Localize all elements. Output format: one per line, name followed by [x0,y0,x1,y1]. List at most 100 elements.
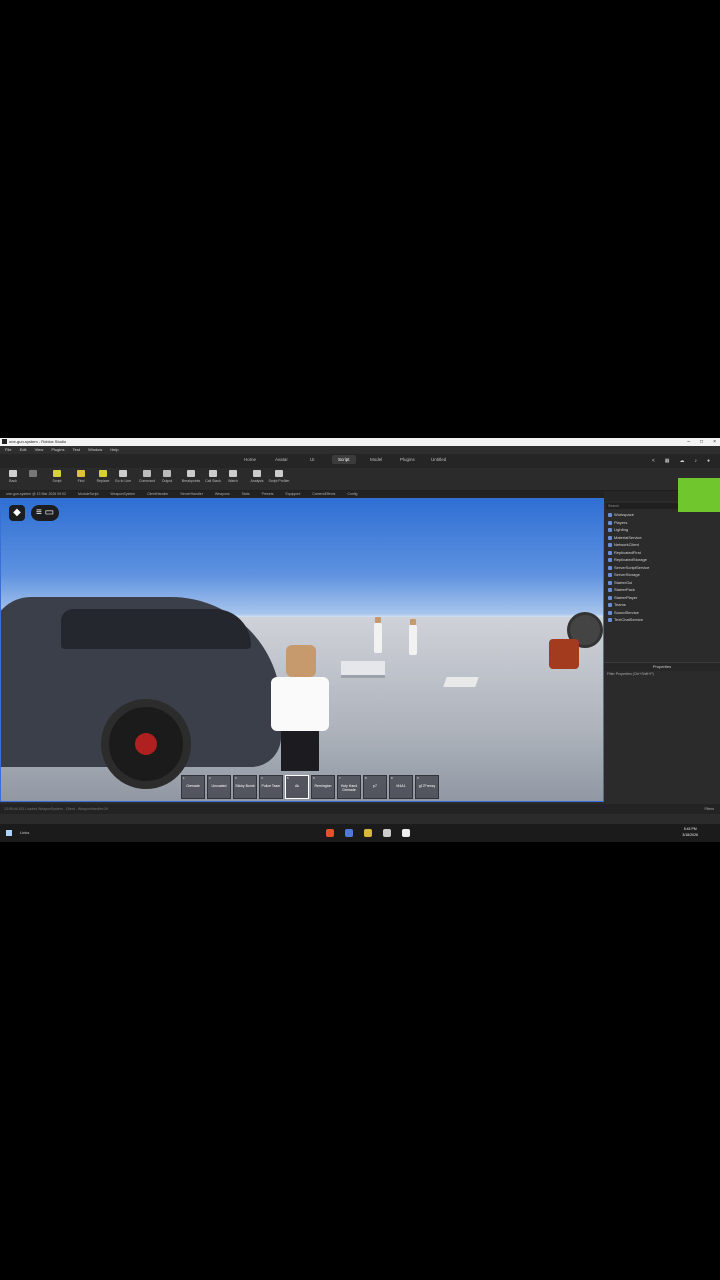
explorer-item[interactable]: NetworkClient [604,541,720,549]
document-tab[interactable]: Weapons [215,492,230,496]
taskbar-app-icon[interactable] [364,829,372,837]
tab-script[interactable]: Script [332,455,356,464]
hotbar-slot[interactable]: 3 Sticky Bomb [233,775,257,799]
explorer-item[interactable]: ReplicatedStorage [604,556,720,564]
document-tab[interactable]: Config [347,492,357,496]
share-icon[interactable]: < [652,458,655,464]
taskbar-clock[interactable]: 5:43 PM 3/18/2026 [682,826,698,838]
tab-model[interactable]: Model [370,457,382,462]
ribbon-button-label: Find [77,479,85,483]
ribbon-button-label: Analysis [250,479,264,483]
menu-edit[interactable]: Edit [20,447,27,452]
tab-avatar[interactable]: Avatar [275,457,288,462]
menu-window[interactable]: Window [88,447,102,452]
clock-date: 3/18/2026 [682,833,698,837]
hotbar-slot[interactable]: 4 Police Taser [259,775,283,799]
output-line: 13:55:44.431 Loaded WeaponSystem - Clien… [4,807,108,811]
taskbar-app-icon[interactable] [345,829,353,837]
explorer-item[interactable]: Lighting [604,526,720,534]
hotbar-slot[interactable]: 9 M4A1 [389,775,413,799]
explorer-item[interactable]: Teams [604,601,720,609]
ribbon-button[interactable]: Replace [92,470,114,483]
document-tab[interactable]: ModuleScript [78,492,98,496]
tab-untitled[interactable]: Untitled [431,457,446,462]
ribbon-button[interactable]: Back [2,470,24,483]
ribbon-tool-icon [29,470,37,477]
properties-title: Properties [604,663,720,671]
ribbon-button[interactable] [22,470,44,479]
tab-plugins[interactable]: Plugins [400,457,415,462]
document-tab[interactable]: ServerHandler [180,492,203,496]
slot-label: Grenade [186,784,200,788]
roblox-logo-icon[interactable]: ◆ [9,505,25,521]
ribbon-button[interactable]: Go to Line [112,470,134,483]
slot-label: Ak [294,784,300,788]
menu-chat-toggle[interactable]: ≡ ▭ [31,505,59,521]
slot-number: 4 [261,776,263,780]
ribbon-tool-icon [187,470,195,477]
hotbar-slot[interactable]: 2 Uncoated [207,775,231,799]
explorer-item[interactable]: StarterPack [604,586,720,594]
properties-panel: Properties Filter Properties (Ctrl+Shift… [604,662,720,803]
explorer-item[interactable]: MaterialService [604,534,720,542]
menu-plugins[interactable]: Plugins [51,447,64,452]
hotbar-slot[interactable]: 0 g17Frenzy [415,775,439,799]
ribbon-button[interactable]: Watch [222,470,244,483]
document-tab[interactable]: Equipped [285,492,300,496]
document-tab[interactable]: CameraEffects [312,492,335,496]
explorer-item[interactable]: StarterGui [604,579,720,587]
ribbon-button-label: Watch [228,479,238,483]
ribbon-button[interactable]: Script [46,470,68,483]
document-tab[interactable]: WeaponSystem [110,492,135,496]
close-button[interactable]: × [713,438,716,446]
output-filter-button[interactable]: Filters [704,804,714,814]
ribbon-button[interactable]: Call Stack [202,470,224,483]
document-tab[interactable]: ClientHandler [147,492,168,496]
ribbon-button[interactable]: Find [70,470,92,483]
menu-file[interactable]: File [5,447,11,452]
hotbar-slot[interactable]: 5 Ak [285,775,309,799]
slot-label: Police Taser [261,784,281,788]
menu-test[interactable]: Test [73,447,80,452]
explorer-item[interactable]: TextChatService [604,616,720,624]
hotbar-slot[interactable]: 8 p7 [363,775,387,799]
avatar[interactable]: ● [707,458,710,464]
document-tab[interactable]: Presets [262,492,274,496]
ribbon-button[interactable]: Script Profiler [268,470,290,483]
cloud-icon[interactable]: ☁ [679,458,684,464]
explorer-item[interactable]: Workspace [604,511,720,519]
ribbon-button[interactable]: Analysis [246,470,268,483]
taskbar-search[interactable]: Links [20,824,29,842]
taskbar-app-icon[interactable] [383,829,391,837]
explorer-item[interactable]: ServerStorage [604,571,720,579]
menu-view[interactable]: View [35,447,44,452]
ribbon-button[interactable]: Breakpoints [180,470,202,483]
hotbar-slot[interactable]: 1 Grenade [181,775,205,799]
explorer-item[interactable]: ServerScriptService [604,564,720,572]
tab-home[interactable]: Home [244,457,256,462]
properties-filter-input[interactable]: Filter Properties (Ctrl+Shift+P) [604,671,720,678]
tab-ui[interactable]: UI [310,457,315,462]
player-legs [281,731,319,771]
explorer-item[interactable]: Players [604,519,720,527]
game-viewport[interactable]: ◆ ≡ ▭ 1 Grenade 2 Uncoated 3 Sticky Bomb 4 Poli… [0,498,604,802]
grid-icon[interactable]: ▦ [665,458,670,464]
ribbon-button[interactable]: Output [156,470,178,483]
slot-label: M4A1 [396,784,406,788]
minimize-button[interactable]: – [687,438,690,446]
windows-start-icon[interactable] [6,830,12,836]
document-tabs: one-gun-system @ 13 Mar 2026 09:02 Module… [0,491,604,498]
explorer-item[interactable]: StarterPlayer [604,594,720,602]
explorer-item[interactable]: SoundService [604,609,720,617]
document-tab[interactable]: one-gun-system @ 13 Mar 2026 09:02 [6,492,66,496]
bell-icon[interactable]: ♪ [694,458,697,464]
explorer-item[interactable]: ReplicatedFirst [604,549,720,557]
hotbar-slot[interactable]: 6 Remington [311,775,335,799]
menu-help[interactable]: Help [110,447,118,452]
ribbon-button[interactable]: Command [136,470,158,483]
taskbar-app-icon[interactable] [402,829,410,837]
document-tab[interactable]: Stats [242,492,250,496]
hotbar-slot[interactable]: 7 Holy Hand Grenade [337,775,361,799]
taskbar-app-icon[interactable] [326,829,334,837]
maximize-button[interactable]: □ [700,438,703,446]
